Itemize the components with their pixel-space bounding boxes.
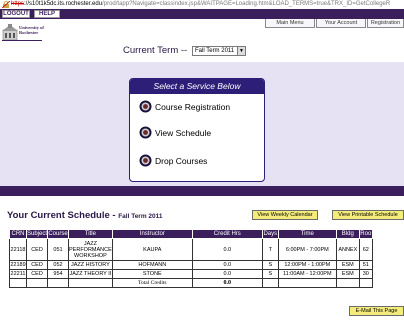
schedule-title: Your Current Schedule -	[7, 210, 116, 221]
table-cell: 052	[47, 260, 70, 270]
table-cell: HOFMANN	[111, 260, 193, 270]
table-row: 22211 CED 954 JAZZ THEORY II STONE 0.0 S…	[9, 269, 373, 279]
table-cell: CED	[25, 269, 49, 279]
tab-main-menu[interactable]: Main Menu	[265, 19, 315, 28]
view-printable-schedule-button[interactable]: View Printable Schedule	[332, 210, 404, 220]
radio-bullet-icon	[139, 154, 152, 167]
table-cell: 051	[47, 238, 70, 261]
blank-field	[308, 46, 400, 56]
table-cell: KAUPA	[111, 238, 193, 261]
table-cell: 51	[358, 260, 373, 270]
table-cell: JAZZ PERFORMANCE WORKSHOP	[68, 238, 113, 261]
table-cell: S	[261, 260, 279, 270]
table-cell: 62	[358, 238, 373, 261]
table-cell: S	[261, 269, 279, 279]
table-cell: 22118	[9, 238, 27, 261]
table-cell: 954	[47, 269, 70, 279]
table-cell: ESM	[335, 260, 360, 270]
radio-bullet-icon	[139, 100, 152, 113]
table-cell: 30	[358, 269, 373, 279]
address-bar[interactable]: https://s10t1k5dc.its.rochester.edu/prod…	[0, 0, 404, 9]
column-header: Days	[261, 229, 279, 239]
table-cell: 22189	[9, 260, 27, 270]
table-cell: STONE	[111, 269, 193, 279]
schedule-term: Fall Term 2011	[118, 213, 163, 220]
table-cell: 12:00PM - 1:00PM	[277, 260, 337, 270]
service-panel-title: Select a Service Below	[130, 79, 264, 94]
column-header: Bldg	[335, 229, 360, 239]
table-cell: ESM	[335, 269, 360, 279]
column-header: Subject	[25, 229, 49, 239]
total-row: Total Credits 0.0	[9, 278, 373, 288]
table-cell: 0.0	[191, 260, 263, 270]
tab-your-account[interactable]: Your Account	[316, 19, 366, 28]
table-cell: T	[261, 238, 279, 261]
url-host: ://s10t1k5dc.its.rochester.edu	[24, 1, 103, 7]
term-select[interactable]: Fall Term 2011 ▼	[192, 46, 246, 56]
university-logo: University of Rochester	[2, 24, 58, 44]
logout-button[interactable]: LOGOUT	[2, 10, 30, 18]
tab-registration[interactable]: Registration	[367, 19, 404, 28]
view-schedule-label: View Schedule	[155, 127, 212, 138]
table-cell: 0.0	[191, 269, 263, 279]
table-cell: 6:00PM - 7:00PM	[277, 238, 337, 261]
service-panel: Select a Service Below Course Registrati…	[129, 78, 265, 182]
table-cell: 11:00AM - 12:00PM	[277, 269, 337, 279]
header: Main Menu Your Account Registration	[0, 19, 404, 39]
total-credits-label: Total Credits	[111, 278, 193, 288]
schedule-heading: Your Current Schedule - Fall Term 2011	[7, 210, 163, 221]
university-name: University of Rochester	[19, 25, 44, 35]
radio-bullet-icon	[139, 126, 152, 139]
drop-courses-label: Drop Courses	[155, 155, 208, 166]
column-header: Course	[47, 229, 70, 239]
table-cell: JAZZ HISTORY	[68, 260, 113, 270]
bottom-bar	[0, 186, 404, 196]
table-cell: 22211	[9, 269, 27, 279]
table-row: 22189 CED 052 JAZZ HISTORY HOFMANN 0.0 S…	[9, 260, 373, 270]
url-path: /prod/tapp?Navigate=classindex.jsp&WAITP…	[102, 1, 391, 7]
lock-icon	[2, 1, 10, 8]
schedule-table: CRN Subject Course Title Instructor Cred…	[9, 229, 373, 288]
url-protocol: https	[11, 1, 25, 7]
table-cell: JAZZ THEORY II	[68, 269, 113, 279]
email-this-page-button[interactable]: E-Mail This Page	[349, 306, 404, 316]
course-registration-option[interactable]: Course Registration	[139, 99, 230, 113]
help-button[interactable]: HELP	[34, 10, 60, 18]
current-term-label: Current Term --	[123, 45, 188, 56]
column-header: Time	[277, 229, 337, 239]
table-cell: CED	[25, 238, 49, 261]
table-row: 22118 CED 051 JAZZ PERFORMANCE WORKSHOP …	[9, 238, 373, 261]
column-header: Title	[68, 229, 113, 239]
course-registration-label: Course Registration	[155, 101, 231, 112]
term-select-value: Fall Term 2011	[195, 48, 235, 54]
total-credits-value: 0.0	[191, 278, 263, 288]
top-bar	[0, 9, 404, 19]
table-header-row: CRN Subject Course Title Instructor Cred…	[9, 229, 373, 239]
view-weekly-calendar-button[interactable]: View Weekly Calendar	[252, 210, 318, 220]
table-cell: CED	[25, 260, 49, 270]
view-schedule-option[interactable]: View Schedule	[139, 125, 211, 139]
table-cell: 0.0	[191, 238, 263, 261]
column-header: Instructor	[111, 229, 193, 239]
chevron-down-icon[interactable]: ▼	[237, 47, 245, 55]
table-cell: ANNEX	[335, 238, 360, 261]
drop-courses-option[interactable]: Drop Courses	[139, 153, 207, 167]
column-header: Roo	[358, 229, 373, 239]
column-header: CRN	[9, 229, 27, 239]
column-header: Credit Hrs	[191, 229, 263, 239]
